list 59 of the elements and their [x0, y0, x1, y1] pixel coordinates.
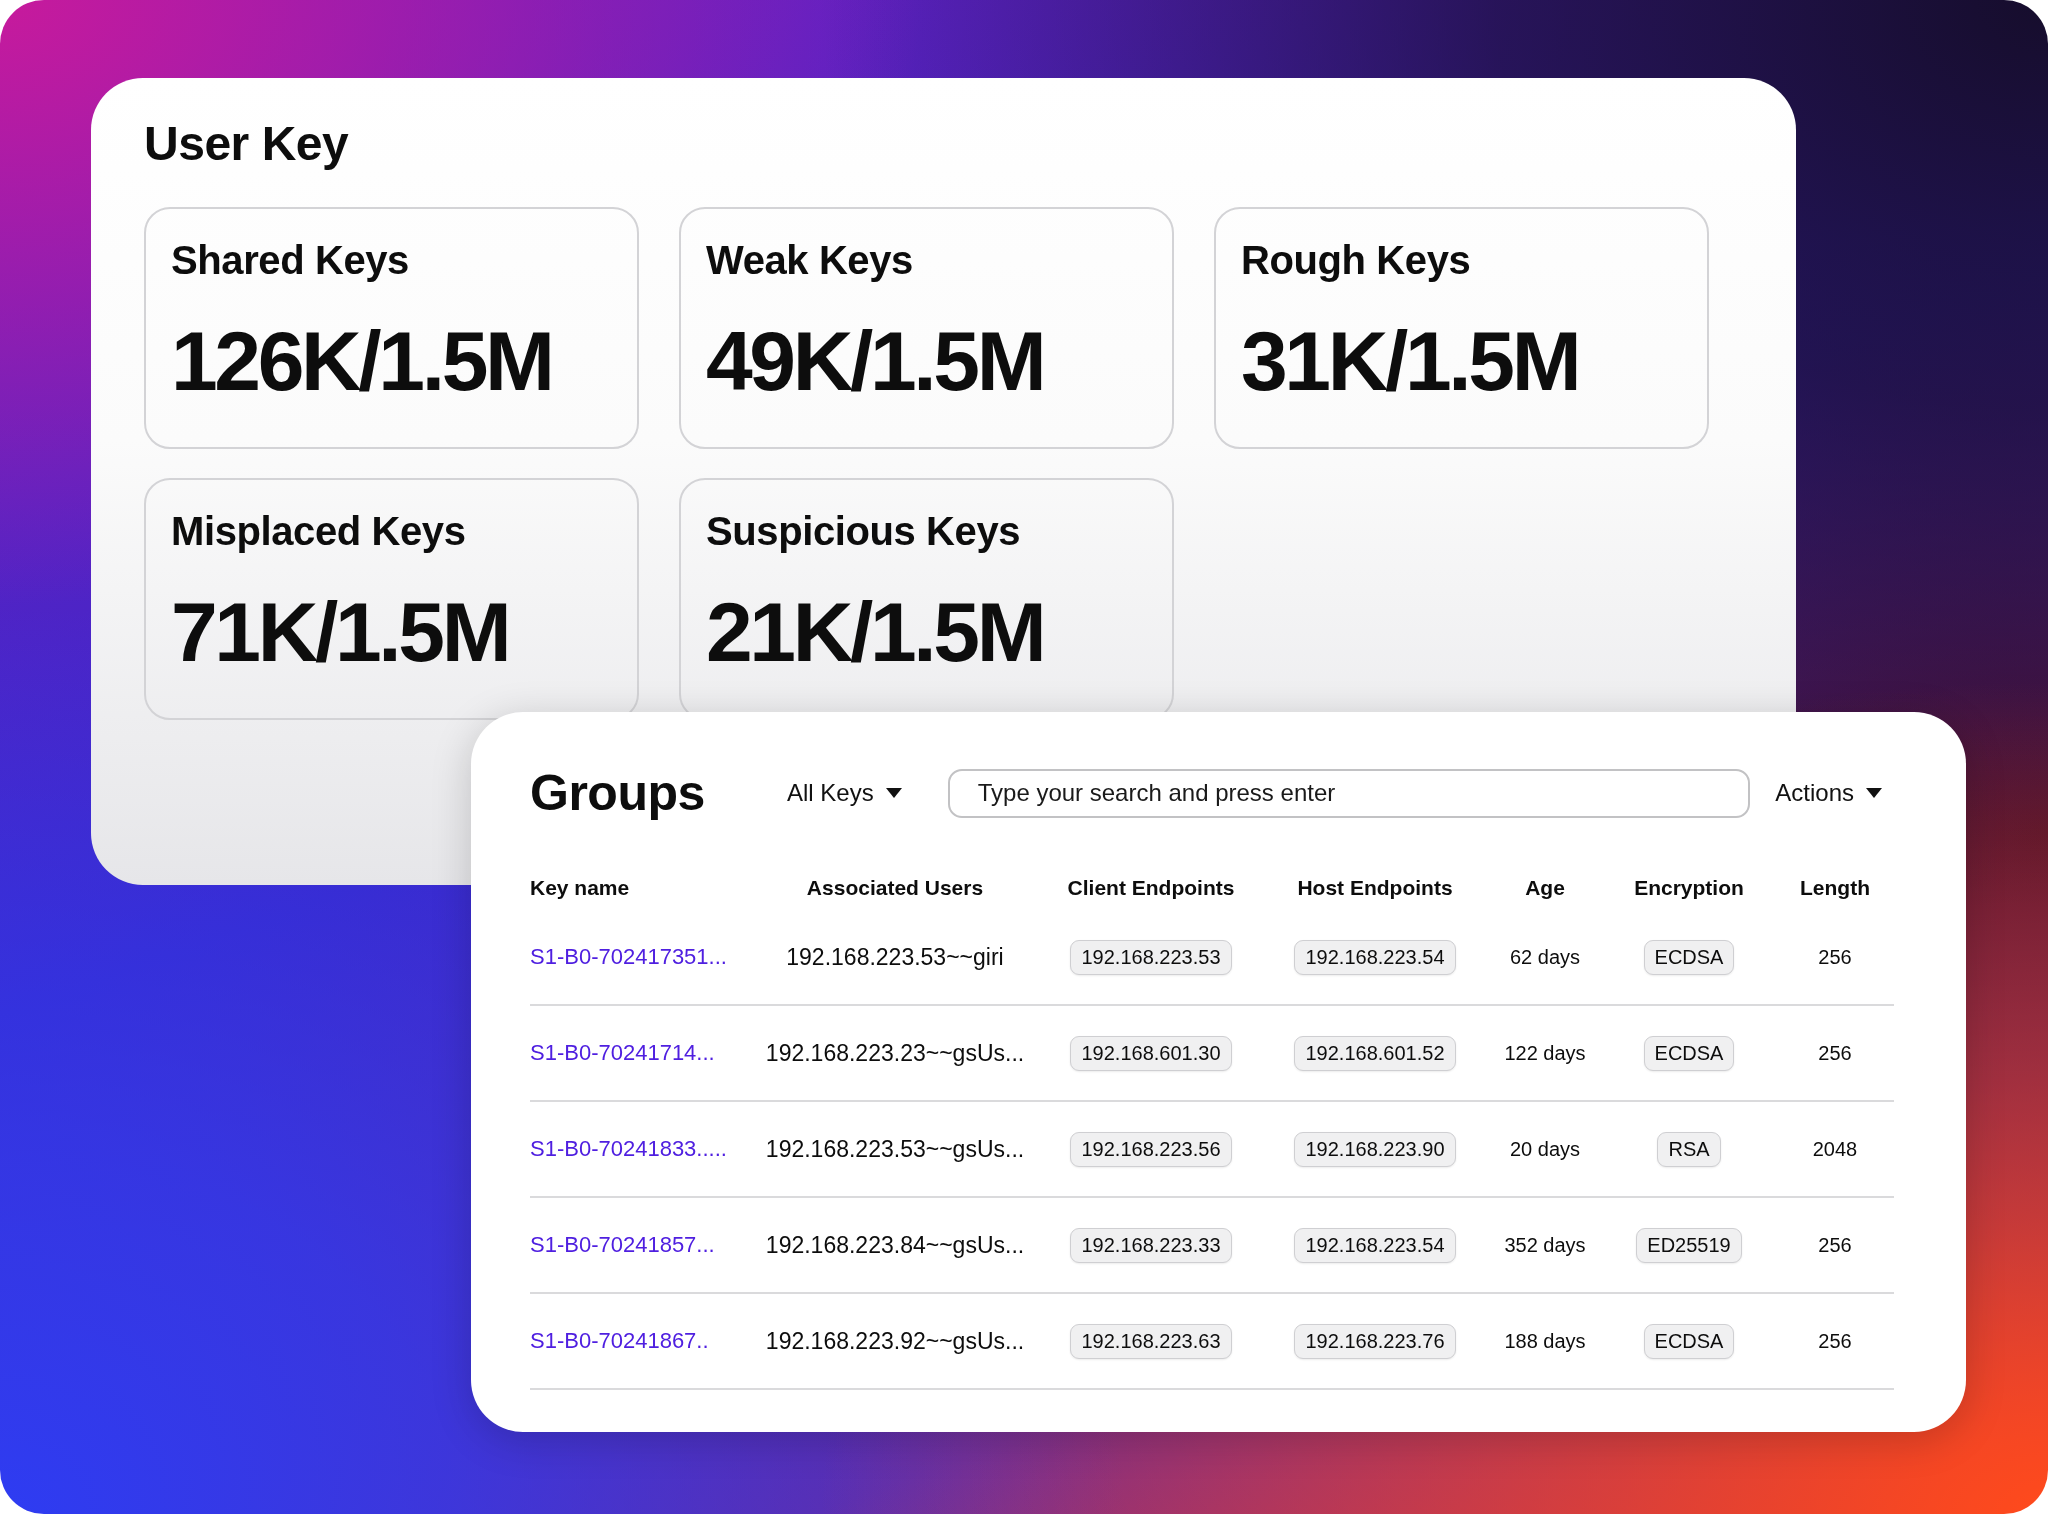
encryption-tag: RSA: [1657, 1131, 1721, 1167]
endpoint-tag: 192.168.223.56: [1070, 1131, 1232, 1167]
column-header: Associated Users: [806, 876, 984, 900]
table-cell: 192.168.223.53~~giri: [786, 943, 1004, 971]
stat-label: Misplaced Keys: [171, 507, 466, 554]
table-cell: 256: [1818, 1233, 1852, 1257]
stat-value: 21K/1.5M: [706, 589, 1044, 674]
table-cell: 192.168.223.53~~gsUs...: [765, 1135, 1025, 1163]
caret-icon: [885, 788, 902, 798]
key-name-link[interactable]: S1-B0-702417351...: [530, 944, 727, 970]
table-cell: 20 days: [1509, 1137, 1581, 1161]
table-cell: 352 days: [1504, 1233, 1586, 1257]
stat-label: Rough Keys: [1241, 236, 1471, 283]
stat-value: 49K/1.5M: [706, 318, 1044, 403]
stat-value: 31K/1.5M: [1241, 318, 1579, 403]
endpoint-tag: 192.168.223.63: [1070, 1323, 1232, 1359]
endpoint-tag: 192.168.223.33: [1070, 1227, 1232, 1263]
panel-title: Groups: [530, 764, 705, 822]
key-name-link[interactable]: S1-B0-70241714...: [530, 1040, 715, 1066]
table-cell: 188 days: [1504, 1329, 1586, 1353]
encryption-tag: ED25519: [1636, 1227, 1742, 1263]
endpoint-tag: 192.168.223.76: [1294, 1323, 1456, 1359]
table-cell: 122 days: [1504, 1041, 1586, 1065]
caret-icon: [1866, 788, 1882, 798]
key-name-link[interactable]: S1-B0-70241857...: [530, 1232, 715, 1258]
encryption-tag: ECDSA: [1643, 1035, 1735, 1071]
table-cell: 2048: [1812, 1137, 1858, 1161]
table-cell: 62 days: [1509, 945, 1581, 969]
table-cell: 256: [1818, 1329, 1852, 1353]
column-header: Length: [1800, 876, 1870, 900]
encryption-tag: ECDSA: [1643, 1323, 1735, 1359]
key-name-link[interactable]: S1-B0-70241867..: [530, 1328, 709, 1354]
endpoint-tag: 192.168.223.54: [1294, 1227, 1456, 1263]
table-cell: 192.168.223.84~~gsUs...: [765, 1231, 1025, 1259]
encryption-tag: ECDSA: [1643, 939, 1735, 975]
endpoint-tag: 192.168.223.53: [1070, 939, 1232, 975]
stat-label: Weak Keys: [706, 236, 913, 283]
filter-dropdown[interactable]: All Keys: [787, 779, 902, 807]
panel-title: User Key: [144, 116, 350, 172]
column-header: Client Endpoints: [1067, 876, 1235, 900]
column-header: Age: [1525, 876, 1565, 900]
table-cell: 256: [1818, 1041, 1852, 1065]
table-cell: 192.168.223.23~~gsUs...: [765, 1039, 1025, 1067]
column-header: Host Endpoints: [1297, 876, 1453, 900]
endpoint-tag: 192.168.223.90: [1294, 1131, 1456, 1167]
stat-label: Shared Keys: [171, 236, 409, 283]
column-header: Key name: [530, 876, 630, 900]
endpoint-tag: 192.168.601.52: [1294, 1035, 1456, 1071]
table-cell: 192.168.223.92~~gsUs...: [765, 1327, 1025, 1355]
actions-dropdown[interactable]: Actions: [1775, 779, 1882, 807]
stat-label: Suspicious Keys: [706, 507, 1021, 554]
column-header: Encryption: [1634, 876, 1744, 900]
stat-value: 71K/1.5M: [171, 589, 509, 674]
table-cell: 256: [1818, 945, 1852, 969]
stat-value: 126K/1.5M: [171, 318, 552, 403]
endpoint-tag: 192.168.601.30: [1070, 1035, 1232, 1071]
endpoint-tag: 192.168.223.54: [1294, 939, 1456, 975]
key-name-link[interactable]: S1-B0-70241833.....: [530, 1136, 727, 1162]
search-field[interactable]: Type your search and press enter: [947, 768, 1751, 818]
